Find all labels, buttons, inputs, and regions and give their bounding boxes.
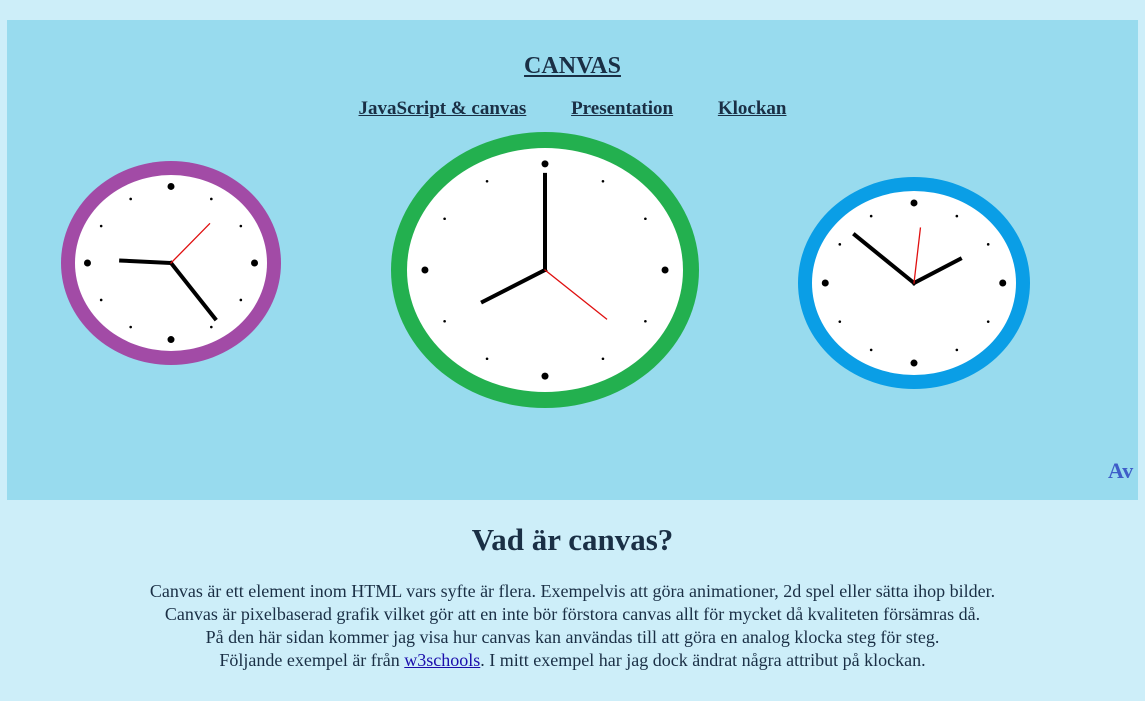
hour-marker-minor <box>601 357 605 361</box>
hour-marker-minor <box>129 197 132 201</box>
hour-marker-major <box>910 359 918 367</box>
hour-marker-minor <box>986 320 990 323</box>
hour-marker-minor <box>869 348 873 352</box>
header-banner: CANVAS JavaScript & canvas Presentation … <box>7 20 1138 500</box>
hour-marker-minor <box>485 179 489 183</box>
intro-line-3: På den här sidan kommer jag visa hur can… <box>205 627 940 647</box>
hour-marker-major <box>167 336 175 344</box>
hour-marker-major <box>910 199 918 207</box>
hour-hand <box>119 258 174 266</box>
hour-marker-minor <box>644 217 647 221</box>
source-suffix: . I mitt exempel har jag dock ändrat någ… <box>480 650 926 670</box>
hour-marker-minor <box>239 298 243 302</box>
hour-marker-minor <box>644 319 647 323</box>
page-heading: Vad är canvas? <box>471 522 674 557</box>
hour-marker-minor <box>443 319 446 323</box>
intro-paragraph: Canvas är ett element inom HTML vars syf… <box>0 580 1145 672</box>
clocks-canvas <box>61 132 1030 408</box>
hour-marker-major <box>167 182 175 190</box>
hour-marker-major <box>821 279 829 287</box>
hour-marker-minor <box>129 325 132 329</box>
clock-purple <box>61 161 281 365</box>
clock-green <box>391 132 699 408</box>
hour-marker-major <box>421 266 429 274</box>
hour-marker-major <box>999 279 1007 287</box>
clock-blue <box>798 177 1030 389</box>
hour-marker-minor <box>955 214 959 218</box>
main-content: Vad är canvas? Canvas är ett element ino… <box>0 520 1145 672</box>
hour-marker-major <box>83 259 91 267</box>
scrolling-text: Av <box>1108 458 1134 483</box>
hour-marker-minor <box>210 325 213 329</box>
hour-marker-minor <box>485 357 489 361</box>
hour-marker-minor <box>601 179 605 183</box>
hour-marker-minor <box>239 224 243 228</box>
hour-marker-minor <box>838 320 842 323</box>
hour-marker-major <box>541 372 549 380</box>
source-prefix: Följande exempel är från <box>219 650 405 670</box>
hour-marker-minor <box>986 243 990 246</box>
hour-marker-major <box>541 160 549 168</box>
hour-marker-minor <box>838 243 842 246</box>
intro-line-2: Canvas är pixelbaserad grafik vilket gör… <box>164 604 981 624</box>
w3schools-link[interactable]: w3schools <box>404 650 480 670</box>
hour-marker-minor <box>99 224 103 228</box>
hour-marker-minor <box>443 217 446 221</box>
intro-line-1: Canvas är ett element inom HTML vars syf… <box>149 581 996 601</box>
hour-marker-major <box>661 266 669 274</box>
hour-marker-minor <box>99 298 103 302</box>
hour-marker-minor <box>210 197 213 201</box>
hour-marker-minor <box>955 348 959 352</box>
hour-marker-minor <box>869 214 873 218</box>
intro-line-4: Följande exempel är från w3schools. I mi… <box>0 649 1145 672</box>
hour-marker-major <box>251 259 259 267</box>
